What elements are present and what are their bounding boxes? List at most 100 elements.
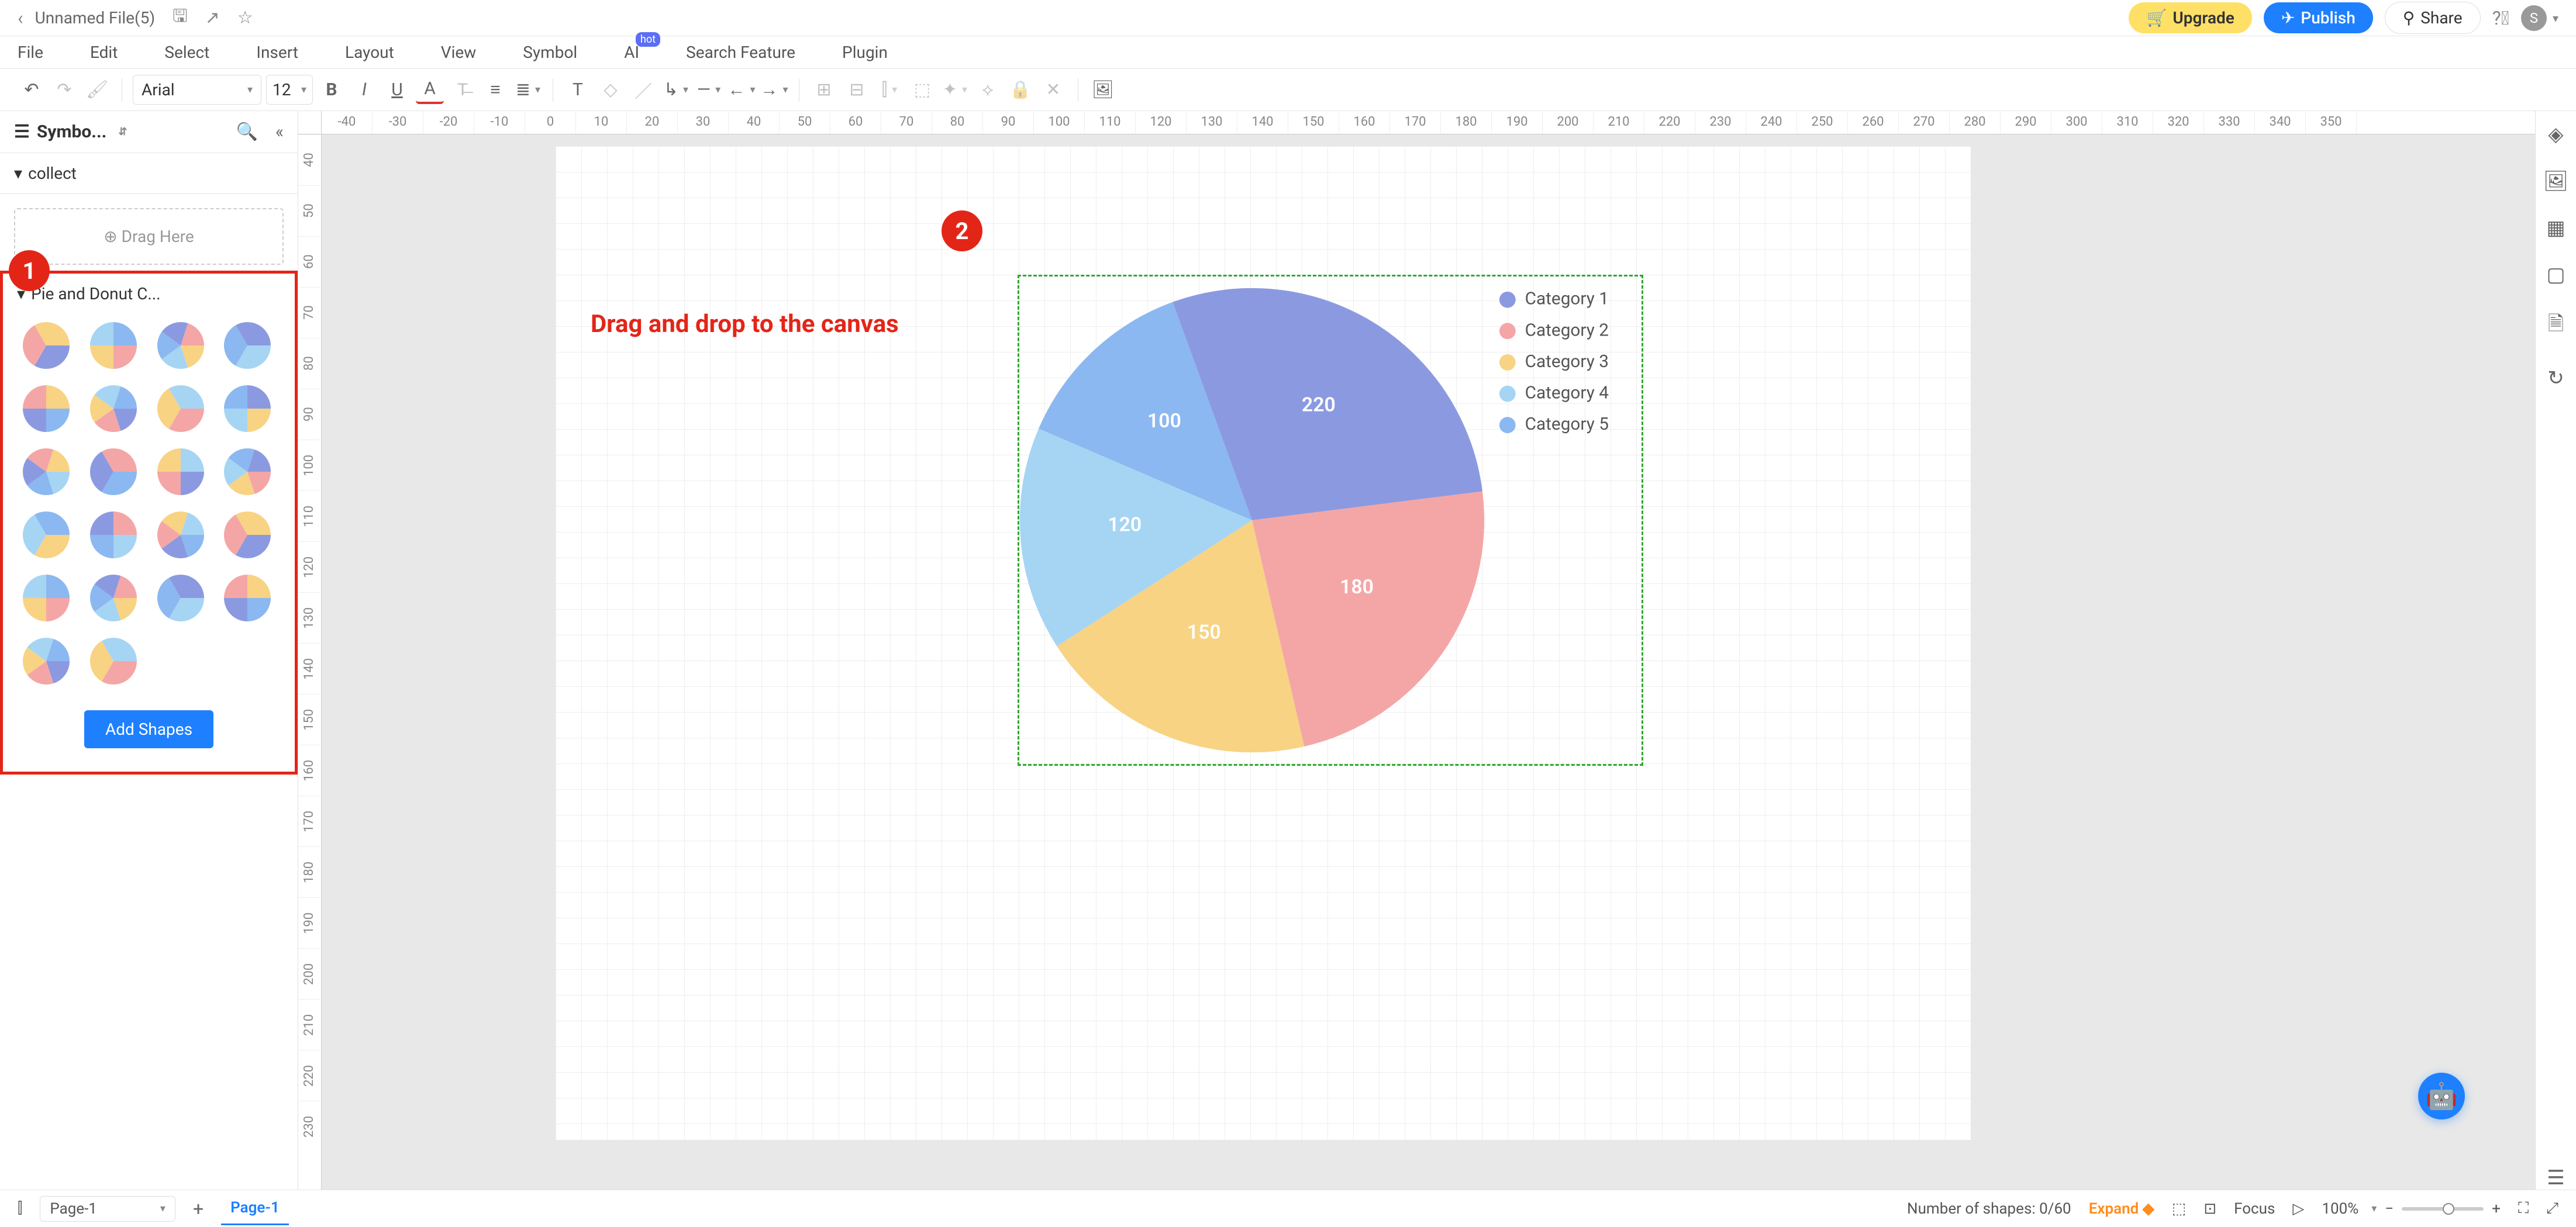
shape-thumb-pie-16[interactable] (20, 572, 72, 624)
filename[interactable]: Unnamed File(5) (35, 8, 155, 27)
tools-icon[interactable]: ✕ (1039, 76, 1067, 104)
shape-thumb-pie-13[interactable] (88, 509, 139, 561)
shape-thumb-pie-1[interactable] (88, 320, 139, 371)
align-icon[interactable]: ≡ (481, 76, 509, 104)
shape-thumb-pie-5[interactable] (88, 383, 139, 434)
document-icon[interactable]: 🗎 (2548, 310, 2564, 343)
export-icon[interactable]: ↗ (205, 8, 220, 28)
shape-thumb-pie-14[interactable] (155, 509, 206, 561)
effects-icon[interactable]: ✦▾ (941, 76, 969, 104)
history-icon[interactable]: ↻ (2547, 367, 2564, 390)
layers-icon[interactable]: ⬚ (2172, 1200, 2187, 1218)
shape-thumb-pie-8[interactable] (20, 446, 72, 497)
shape-thumb-pie-6[interactable] (155, 383, 206, 434)
line-spacing-icon[interactable]: ≣▾ (514, 76, 542, 104)
menu-symbol[interactable]: Symbol (523, 43, 577, 62)
save-icon[interactable]: 🖫 (173, 3, 188, 33)
menu-select[interactable]: Select (164, 43, 209, 62)
pie-chart-selection[interactable]: 220180150120100Category 1Category 2Categ… (1018, 275, 1643, 766)
lock-icon[interactable]: 🔒 (1006, 76, 1034, 104)
arrow-start-icon[interactable]: ←▾ (727, 76, 756, 104)
chevron-down-icon[interactable]: ▾ (2371, 1202, 2377, 1215)
search-icon[interactable]: 🔍 (236, 122, 258, 142)
menu-insert[interactable]: Insert (256, 43, 298, 62)
zoom-out-icon[interactable]: − (2385, 1200, 2394, 1218)
shape-thumb-pie-19[interactable] (222, 572, 273, 624)
shape-thumb-pie-12[interactable] (20, 509, 72, 561)
image-icon[interactable]: 🖼 (1089, 76, 1117, 104)
connector-icon[interactable]: ↳▾ (662, 76, 690, 104)
zoom-in-icon[interactable]: + (2492, 1200, 2501, 1218)
menu-plugin[interactable]: Plugin (842, 43, 888, 62)
drag-here-drop[interactable]: ⊕ Drag Here (14, 208, 284, 265)
menu-file[interactable]: File (18, 43, 43, 62)
italic-icon[interactable]: I (350, 76, 378, 104)
play-icon[interactable]: ▷ (2292, 1200, 2304, 1218)
arrow-end-icon[interactable]: →▾ (760, 76, 788, 104)
target-icon[interactable]: ⊡ (2203, 1200, 2216, 1218)
menu-layout[interactable]: Layout (345, 43, 394, 62)
insert-image-icon[interactable]: 🖼 (2543, 170, 2568, 193)
add-page-button[interactable]: + (193, 1198, 204, 1220)
collapse-icon[interactable]: « (275, 122, 284, 142)
user-avatar[interactable]: S (2521, 5, 2547, 31)
zoom-value[interactable]: 100% (2322, 1200, 2358, 1218)
fill-color-icon[interactable]: ◇ (596, 76, 625, 104)
avatar-dropdown-icon[interactable]: ▾ (2553, 11, 2558, 25)
shape-thumb-pie-2[interactable] (155, 320, 206, 371)
page-tab-1[interactable]: Page-1 (221, 1192, 289, 1225)
shape-thumb-pie-21[interactable] (88, 635, 139, 687)
shape-thumb-pie-11[interactable] (222, 446, 273, 497)
shape-thumb-pie-18[interactable] (155, 572, 206, 624)
line-style-icon[interactable]: —▾ (695, 76, 723, 104)
shape-thumb-pie-7[interactable] (222, 383, 273, 434)
shape-thumb-pie-0[interactable] (20, 320, 72, 371)
fit-icon[interactable]: ⛶ (2518, 1200, 2529, 1218)
shape-thumb-pie-3[interactable] (222, 320, 273, 371)
undo-icon[interactable]: ↶ (18, 76, 46, 104)
focus-label[interactable]: Focus (2234, 1200, 2275, 1218)
font-color-icon[interactable]: A (416, 76, 444, 104)
star-icon[interactable]: ☆ (237, 8, 253, 28)
menu-search-feature[interactable]: Search Feature (686, 43, 795, 62)
shape-thumb-pie-9[interactable] (88, 446, 139, 497)
bold-icon[interactable]: B (318, 76, 346, 104)
menu-edit[interactable]: Edit (90, 43, 118, 62)
shape-thumb-pie-15[interactable] (222, 509, 273, 561)
menu-view[interactable]: View (441, 43, 477, 62)
clear-format-icon[interactable]: T̶ (449, 76, 477, 104)
chevron-down-icon[interactable]: ⇵ (118, 126, 127, 138)
redo-icon[interactable]: ↷ (50, 76, 78, 104)
share-button[interactable]: ⚲Share (2385, 2, 2481, 34)
shape-thumb-pie-4[interactable] (20, 383, 72, 434)
shape-thumb-pie-17[interactable] (88, 572, 139, 624)
distribute-icon[interactable]: ⬚ (908, 76, 936, 104)
font-size-select[interactable]: 12▾ (266, 75, 313, 105)
page-select[interactable]: Page-1▾ (40, 1196, 175, 1222)
collect-toggle[interactable]: ▾collect (14, 164, 284, 183)
upgrade-button[interactable]: 🛒Upgrade (2129, 2, 2251, 33)
back-icon[interactable]: ‹ (18, 7, 23, 29)
group-icon[interactable]: ⊞ (810, 76, 838, 104)
shape-thumb-pie-20[interactable] (20, 635, 72, 687)
font-family-select[interactable]: Arial▾ (133, 75, 261, 105)
menu-icon[interactable]: ☰ (2547, 1166, 2564, 1190)
layout-icon[interactable]: ⫿ (18, 1200, 22, 1218)
fullscreen-icon[interactable]: ⤢ (2546, 1200, 2558, 1218)
add-shapes-button[interactable]: Add Shapes (84, 710, 213, 748)
apps-icon[interactable]: ▦ (2546, 216, 2565, 240)
text-tool-icon[interactable]: T (564, 76, 592, 104)
canvas-area[interactable]: -40-30-20-100102030405060708090100110120… (298, 111, 2535, 1190)
ungroup-icon[interactable]: ⊟ (843, 76, 871, 104)
line-color-icon[interactable]: ／ (629, 76, 657, 104)
align-objects-icon[interactable]: ⫿▾ (875, 76, 904, 104)
fill-tool-icon[interactable]: ◈ (2548, 123, 2563, 146)
underline-icon[interactable]: U (383, 76, 411, 104)
present-icon[interactable]: ▢ (2546, 263, 2565, 286)
expand-button[interactable]: Expand ◆ (2089, 1200, 2154, 1218)
format-painter-icon[interactable]: 🖌 (83, 76, 111, 104)
zoom-slider[interactable] (2402, 1207, 2484, 1211)
menu-ai[interactable]: AIhot (624, 43, 639, 62)
chat-assistant-button[interactable]: 🤖 (2418, 1073, 2465, 1119)
shape-thumb-pie-10[interactable] (155, 446, 206, 497)
